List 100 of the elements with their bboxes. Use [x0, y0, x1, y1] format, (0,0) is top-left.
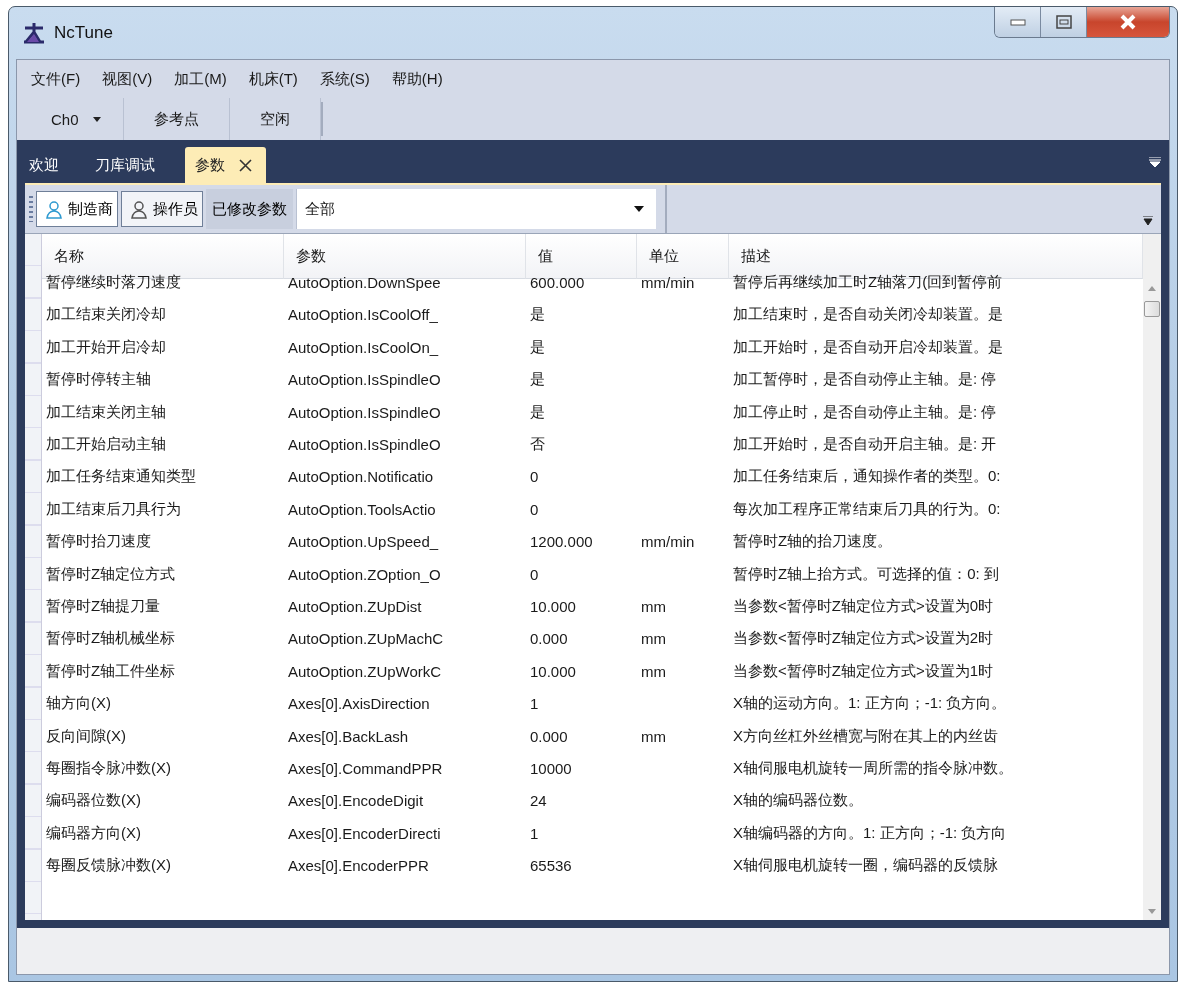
table-cell-text: 加工任务结束后，通知操作者的类型。0:	[732, 466, 1002, 487]
menu-item[interactable]: 视图(V)	[102, 69, 153, 89]
table-cell-text: 暂停时Z轴上抬方式。可选择的值：0: 到	[732, 563, 1000, 584]
menu-item[interactable]: 系统(S)	[319, 69, 370, 89]
table-cell-text: 10.000	[529, 661, 577, 682]
app-logo-icon	[22, 22, 46, 44]
table-cell: mm	[641, 662, 666, 680]
table-cell-text: 1	[529, 694, 540, 715]
close-icon	[1119, 14, 1137, 30]
table-cell: mm	[641, 727, 666, 745]
table-cell-text: 暂停时Z轴机械坐标	[45, 628, 177, 649]
table-cell-text: 编码器位数(X)	[45, 790, 142, 811]
table-cell-text: Axes[0].EncoderDirecti	[287, 823, 442, 844]
table-cell-text: AutoOption.ZUpMachC	[287, 629, 445, 650]
table-cell-text: AutoOption.IsSpindleO	[287, 402, 442, 423]
table-cell-text: X轴伺服电机旋转一周所需的指令脉冲数。	[732, 757, 1014, 778]
table-cell-text: 0	[529, 499, 540, 520]
table-cell-text: 当参数<暂停时Z轴定位方式>设置为1时	[732, 660, 995, 681]
table-cell-text: 每圈指令脉冲数(X)	[45, 757, 172, 778]
table-cell-text: 0.000	[529, 629, 569, 650]
minimize-icon	[1009, 18, 1026, 26]
minimize-button[interactable]	[995, 7, 1041, 37]
table-cell-text: 0	[529, 467, 540, 488]
table-cell-text: 是	[529, 336, 546, 357]
menu-item[interactable]: 帮助(H)	[391, 69, 443, 89]
table-cell: mm	[641, 630, 666, 648]
tab[interactable]: 刀库调试	[89, 147, 179, 183]
table-cell-text: 当参数<暂停时Z轴定位方式>设置为0时	[732, 596, 995, 616]
maximize-button[interactable]	[1041, 7, 1087, 37]
table-cell-text: AutoOption.ZUpWorkC	[287, 661, 443, 682]
table-cell-text: 加工结束关闭冷却	[45, 304, 167, 325]
table-cell-text: 是	[529, 401, 546, 422]
table-cell-text: 加工停止时，是否自动停止主轴。是: 停	[732, 401, 998, 422]
modified-params-button[interactable]: 已修改参数	[206, 189, 293, 229]
table-cell-text: 暂停时Z轴工件坐标	[45, 660, 177, 681]
table-cell-text: AutoOption.IsSpindleO	[287, 435, 442, 456]
table-cell-text: 1	[529, 823, 540, 844]
window-title: NcTune	[54, 23, 113, 43]
table-cell-text: 24	[529, 791, 548, 812]
caret-icon	[634, 206, 644, 212]
table-cell-text: Axes[0].AxisDirection	[287, 694, 431, 715]
category-dropdown[interactable]: 全部	[296, 189, 656, 229]
menu-item[interactable]: 加工(M)	[174, 69, 227, 89]
scroll-down-icon[interactable]	[1148, 909, 1156, 914]
table-cell: mm	[641, 598, 666, 615]
table-cell-text: 轴方向(X)	[45, 693, 112, 714]
table-cell-text: 暂停时抬刀速度	[45, 531, 152, 552]
role-toggle[interactable]: 操作员	[121, 191, 203, 227]
maximize-icon	[1055, 15, 1072, 29]
table-cell-text: 反向间隙(X)	[45, 725, 127, 746]
table-cell-text: X方向丝杠外丝槽宽与附在其上的内丝齿	[732, 725, 999, 746]
close-button[interactable]	[1087, 7, 1169, 37]
table-cell-text: AutoOption.IsSpindleO	[287, 370, 442, 391]
table-cell-text: AutoOption.ZUpDist	[287, 597, 423, 617]
table-cell-text: AutoOption.IsCoolOn_	[287, 337, 440, 358]
table-cell-text: 否	[529, 434, 546, 455]
user-icon	[45, 198, 63, 220]
close-icon[interactable]	[239, 158, 252, 172]
tab[interactable]: 参数	[185, 147, 266, 183]
table-cell-text: 0	[529, 564, 540, 585]
table-cell-text: AutoOption.UpSpeed_	[287, 532, 440, 553]
table-cell-text: 加工任务结束通知类型	[45, 466, 197, 487]
scroll-thumb[interactable]	[1144, 301, 1160, 317]
table-cell-text: Axes[0].EncoderPPR	[287, 856, 430, 877]
table-cell-text: 加工开始启动主轴	[45, 434, 167, 455]
table-cell-text: 加工开始时，是否自动开启冷却装置。是	[732, 336, 1004, 357]
scrollbar[interactable]	[1143, 234, 1161, 920]
menu-item[interactable]: 文件(F)	[31, 69, 81, 89]
table-cell-text: 加工开始开启冷却	[45, 336, 167, 357]
table-cell-text: 加工结束关闭主轴	[45, 401, 167, 422]
overflow-icon[interactable]	[1143, 216, 1153, 225]
table-cell-text: X轴的运动方向。1: 正方向；-1: 负方向。	[732, 693, 1008, 714]
table-cell-text: Axes[0].BackLash	[287, 726, 410, 747]
table-cell-text: AutoOption.ZOption_O	[287, 564, 442, 585]
menu-item[interactable]: 机床(T)	[248, 69, 298, 89]
table-cell-text: 暂停时停转主轴	[45, 369, 152, 390]
table-cell-text: AutoOption.Notificatio	[287, 467, 435, 488]
table-cell-text: 10.000	[529, 597, 577, 617]
table-cell-text: X轴的编码器位数。	[732, 790, 864, 811]
column-header[interactable]: 值	[526, 234, 637, 279]
tab[interactable]: 欢迎	[23, 147, 83, 183]
table-cell-text: 暂停时Z轴定位方式	[45, 563, 177, 584]
scroll-up-icon[interactable]	[1148, 286, 1156, 291]
table-cell-text: 每圈反馈脉冲数(X)	[45, 855, 172, 876]
table-cell-text: 加工结束时，是否自动关闭冷却装置。是	[732, 304, 1004, 325]
table-cell-text: X轴编码器的方向。1: 正方向；-1: 负方向	[732, 822, 1008, 843]
table-cell-text: Axes[0].EncodeDigit	[287, 791, 425, 812]
user-icon	[130, 198, 148, 220]
table-cell-text: 0.000	[529, 726, 569, 747]
role-toggle[interactable]: 制造商	[36, 191, 118, 227]
table-cell-text: 暂停时Z轴提刀量	[45, 596, 162, 616]
table-cell-text: X轴伺服电机旋转一圈，编码器的反馈脉	[732, 855, 999, 876]
table-cell-text: Axes[0].CommandPPR	[287, 758, 444, 779]
table-cell-text: 加工暂停时，是否自动停止主轴。是: 停	[732, 369, 998, 390]
table-cell-text: 编码器方向(X)	[45, 822, 142, 843]
table-cell-text: 当参数<暂停时Z轴定位方式>设置为2时	[732, 628, 995, 649]
table-cell-text: 是	[529, 304, 546, 325]
table-cell-text: AutoOption.IsCoolOff_	[287, 305, 439, 326]
table-cell: mm/min	[641, 533, 695, 551]
table-cell-text: 加工开始时，是否自动开启主轴。是: 开	[732, 434, 998, 455]
